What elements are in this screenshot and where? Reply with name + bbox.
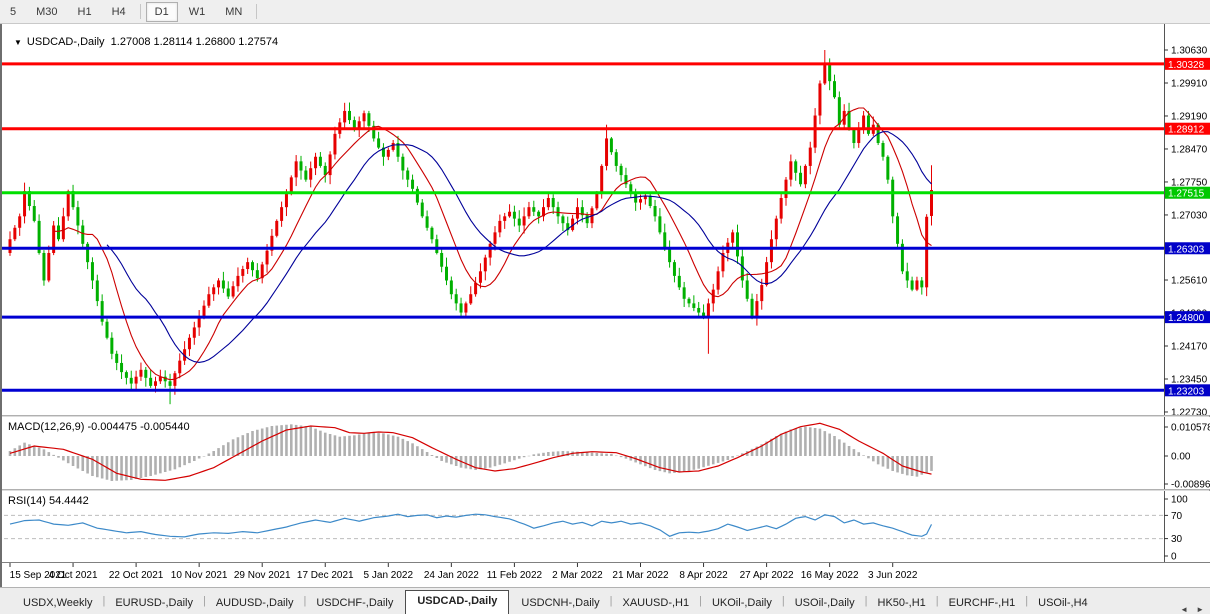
date-tick-label: 5 Jan 2022 <box>364 570 414 581</box>
symbol-tab-usoil-daily[interactable]: USOil-,Daily <box>786 593 864 614</box>
svg-text:1.24800: 1.24800 <box>1168 313 1205 324</box>
symbol-tab-eurusd-daily[interactable]: EURUSD-,Daily <box>106 593 202 614</box>
symbol-tab-ukoil-daily[interactable]: UKOil-,Daily <box>703 593 781 614</box>
symbol-tab-usdchf-daily[interactable]: USDCHF-,Daily <box>307 593 402 614</box>
svg-text:1.27030: 1.27030 <box>1171 210 1208 221</box>
date-tick-label: 3 Jun 2022 <box>868 570 918 581</box>
symbol-tab-usdcnh-daily[interactable]: USDCNH-,Daily <box>512 593 608 614</box>
date-tick-label: 24 Jan 2022 <box>424 570 479 581</box>
tab-scroll-left-icon[interactable]: ◄ <box>1180 605 1188 614</box>
date-tick-label: 2 Mar 2022 <box>552 570 603 581</box>
timeframe-button-m30[interactable]: M30 <box>27 2 66 22</box>
date-tick-label: 11 Feb 2022 <box>487 570 543 581</box>
svg-text:70: 70 <box>1171 511 1183 522</box>
date-tick-label: 29 Nov 2021 <box>234 570 291 581</box>
symbol-tab-usoil-h4[interactable]: USOil-,H4 <box>1029 593 1097 614</box>
timeframe-button-mn[interactable]: MN <box>216 2 251 22</box>
chart-title-symbol: USDCAD-,Daily <box>27 36 105 48</box>
svg-text:1.29190: 1.29190 <box>1171 111 1208 122</box>
svg-text:1.28912: 1.28912 <box>1168 125 1205 136</box>
symbol-tab-xauusd-h1[interactable]: XAUUSD-,H1 <box>613 593 698 614</box>
date-tick-label: 17 Dec 2021 <box>297 570 354 581</box>
symbol-tabbar: USDX,Weekly|EURUSD-,Daily|AUDUSD-,Daily|… <box>0 587 1210 614</box>
trading-terminal-window: 5M30H1H4 D1W1MN 1.30630 1.29910 1.29190 1.28… <box>0 0 1210 614</box>
symbol-tab-usdcad-daily[interactable]: USDCAD-,Daily <box>405 590 509 614</box>
svg-text:1.30630: 1.30630 <box>1171 46 1208 57</box>
toolbar-separator <box>256 4 257 19</box>
tab-scroll-arrows: ◄► <box>1180 605 1210 614</box>
timeframe-button-h1[interactable]: H1 <box>69 2 101 22</box>
svg-text:0.00: 0.00 <box>1171 452 1191 463</box>
svg-text:30: 30 <box>1171 534 1183 545</box>
date-tick-label: 16 May 2022 <box>801 570 859 581</box>
timeframe-button-5[interactable]: 5 <box>1 2 25 22</box>
svg-text:1.24170: 1.24170 <box>1171 341 1208 352</box>
symbol-tab-hk50-h1[interactable]: HK50-,H1 <box>869 593 935 614</box>
svg-text:100: 100 <box>1171 495 1188 506</box>
timeframe-button-h4[interactable]: H4 <box>103 2 135 22</box>
date-axis[interactable]: 15 Sep 20214 Oct 202122 Oct 202110 Nov 2… <box>2 562 1210 587</box>
rsi-indicator-label: RSI(14) 54.4442 <box>8 495 89 507</box>
symbol-tab-audusd-daily[interactable]: AUDUSD-,Daily <box>207 593 303 614</box>
svg-text:1.26303: 1.26303 <box>1168 244 1205 255</box>
svg-text:0.010578: 0.010578 <box>1171 423 1210 434</box>
rsi-pane[interactable]: 100 70 30 0 <box>2 491 1210 562</box>
svg-text:1.30328: 1.30328 <box>1168 60 1205 71</box>
macd-indicator-label: MACD(12,26,9) -0.004475 -0.005440 <box>8 421 190 433</box>
symbol-tab-eurchf-h1[interactable]: EURCHF-,H1 <box>940 593 1025 614</box>
tab-scroll-right-icon[interactable]: ► <box>1196 605 1204 614</box>
svg-text:1.29910: 1.29910 <box>1171 78 1208 89</box>
timeframe-toolbar: 5M30H1H4 D1W1MN <box>0 0 1210 24</box>
svg-text:1.27515: 1.27515 <box>1168 189 1205 200</box>
chart-title-ohlc: 1.27008 1.28114 1.26800 1.27574 <box>111 36 278 48</box>
chart-dropdown-icon[interactable]: ▼ <box>14 38 22 47</box>
timeframe-button-d1[interactable]: D1 <box>146 2 178 22</box>
svg-text:1.28470: 1.28470 <box>1171 144 1208 155</box>
date-tick-label: 4 Oct 2021 <box>49 570 98 581</box>
date-tick-label: 21 Mar 2022 <box>612 570 669 581</box>
symbol-tab-usdx-weekly[interactable]: USDX,Weekly <box>14 593 101 614</box>
svg-text:1.23203: 1.23203 <box>1168 386 1205 397</box>
chart-window[interactable]: 1.306301.299101.291901.284701.277501.270… <box>0 24 1210 587</box>
toolbar-separator <box>140 4 141 19</box>
price-chart-pane[interactable]: 1.306301.299101.291901.284701.277501.270… <box>2 24 1210 415</box>
date-tick-label: 8 Apr 2022 <box>679 570 728 581</box>
svg-text:1.25610: 1.25610 <box>1171 276 1208 287</box>
svg-text:1.23450: 1.23450 <box>1171 374 1208 385</box>
date-tick-label: 22 Oct 2021 <box>109 570 164 581</box>
date-tick-label: 10 Nov 2021 <box>171 570 228 581</box>
date-tick-label: 27 Apr 2022 <box>740 570 794 581</box>
svg-text:1.22730: 1.22730 <box>1171 407 1208 415</box>
svg-text:-0.00896: -0.00896 <box>1171 480 1210 490</box>
svg-text:0: 0 <box>1171 552 1177 563</box>
chart-title: ▼ USDCAD-,Daily 1.27008 1.28114 1.26800 1… <box>14 36 278 48</box>
timeframe-button-w1[interactable]: W1 <box>180 2 215 22</box>
